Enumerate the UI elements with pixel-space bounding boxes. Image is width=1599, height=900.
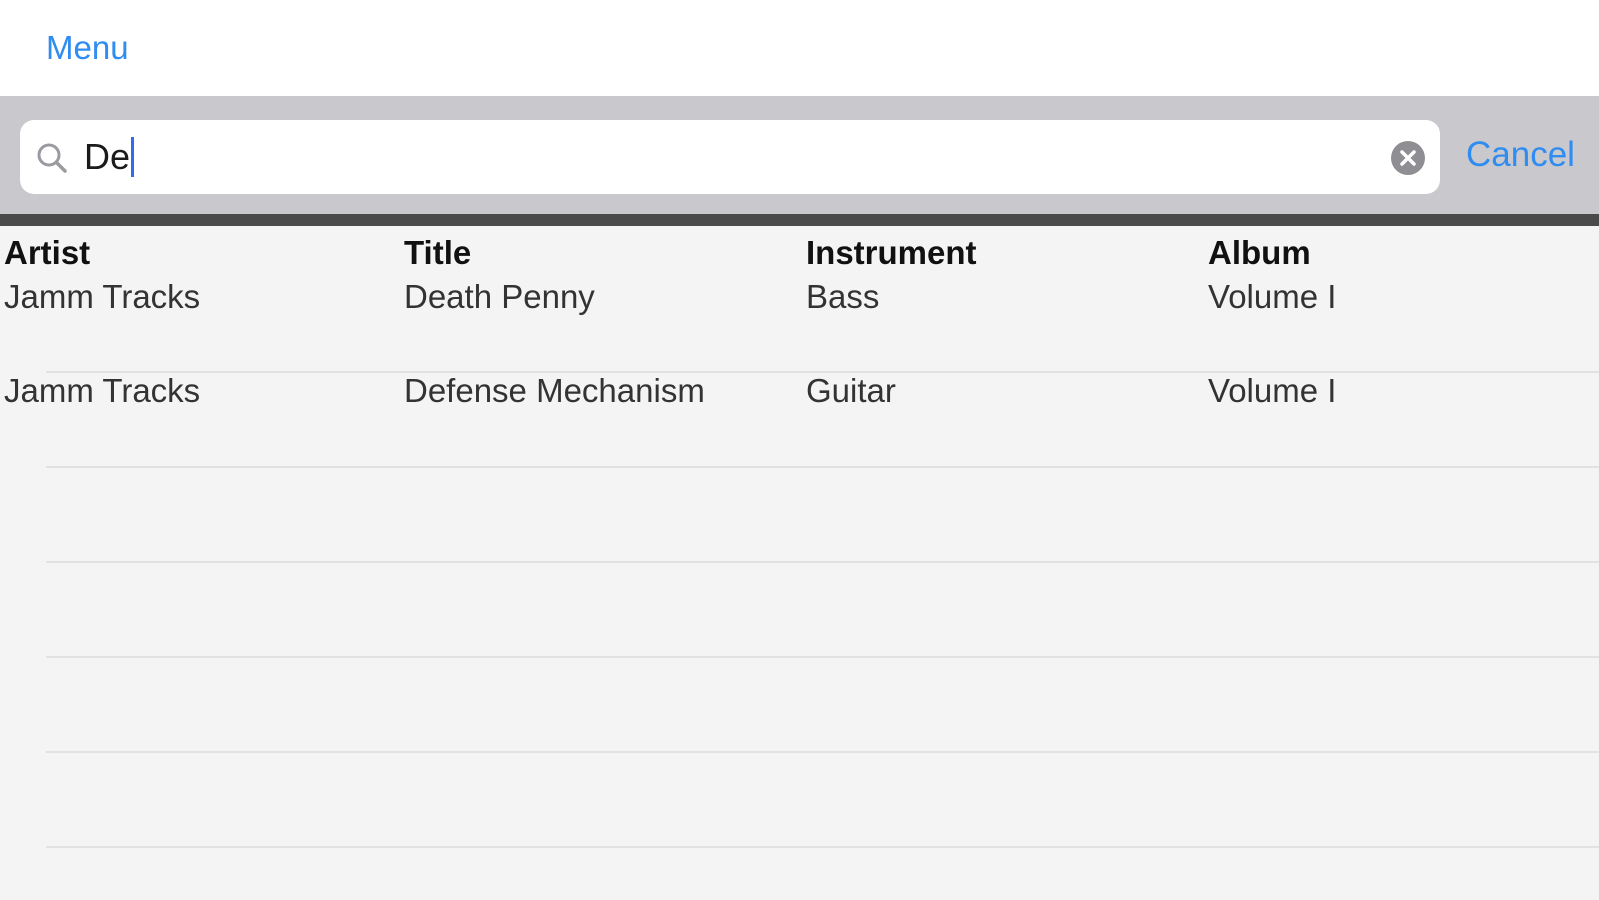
cell-artist: Jamm Tracks (4, 278, 201, 315)
search-icon (37, 143, 67, 173)
row-separator (46, 846, 1599, 848)
row-separator (46, 751, 1599, 753)
cell-artist: Jamm Tracks (4, 372, 201, 409)
cell-album: Volume I (1208, 372, 1337, 409)
text-caret (131, 137, 135, 177)
search-field[interactable]: De (20, 120, 1440, 194)
table-header: Artist Title Instrument Album (0, 232, 1599, 274)
search-input-value: De (84, 136, 131, 177)
row-separator (46, 561, 1599, 563)
cell-instrument: Bass (806, 278, 880, 315)
row-separator (46, 656, 1599, 658)
column-header-title[interactable]: Title (404, 232, 471, 274)
search-bar: De Cancel (0, 96, 1599, 214)
table-row[interactable]: Jamm Tracks Death Penny Bass Volume I (0, 276, 1599, 318)
results-table: Artist Title Instrument Album Jamm Track… (0, 226, 1599, 900)
cancel-button[interactable]: Cancel (1466, 134, 1575, 176)
search-bar-divider (0, 214, 1599, 226)
navigation-bar: Menu (0, 0, 1599, 96)
cell-album: Volume I (1208, 278, 1337, 315)
table-row[interactable]: Jamm Tracks Defense Mechanism Guitar Vol… (0, 370, 1599, 412)
column-header-instrument[interactable]: Instrument (806, 232, 977, 274)
row-separator (46, 466, 1599, 468)
search-input[interactable]: De (84, 136, 135, 178)
menu-button[interactable]: Menu (46, 28, 129, 68)
cell-title: Defense Mechanism (404, 372, 705, 409)
column-header-artist[interactable]: Artist (4, 232, 90, 274)
column-header-album[interactable]: Album (1208, 232, 1311, 274)
clear-icon[interactable] (1390, 140, 1426, 176)
cell-instrument: Guitar (806, 372, 896, 409)
cell-title: Death Penny (404, 278, 595, 315)
